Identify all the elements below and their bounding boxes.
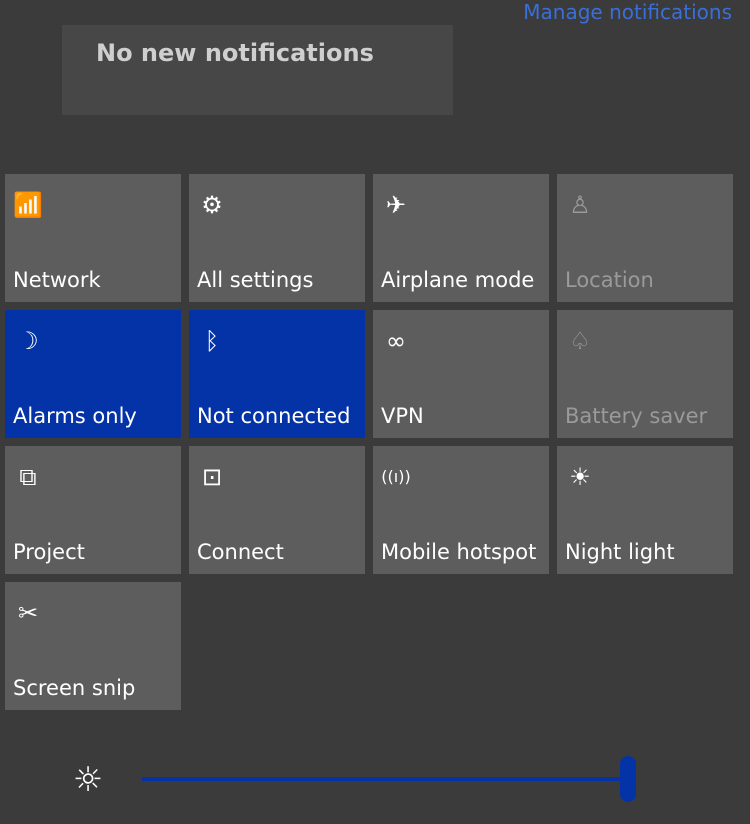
tile-label: Not connected: [197, 404, 351, 428]
tile-label: Airplane mode: [381, 268, 535, 292]
tile-night-light[interactable]: ☀ Night light: [557, 446, 733, 574]
tile-airplane-mode[interactable]: ✈ Airplane mode: [373, 174, 549, 302]
tile-label: Project: [13, 540, 85, 564]
tile-label: Battery saver: [565, 404, 708, 428]
tile-label: Network: [13, 268, 101, 292]
tile-network[interactable]: 📶 Network: [5, 174, 181, 302]
no-notifications-text: No new notifications: [96, 39, 374, 67]
hotspot-icon: ((ı)): [381, 467, 411, 486]
tile-project[interactable]: ⧉ Project: [5, 446, 181, 574]
network-icon: 📶: [13, 191, 43, 219]
airplane-icon: ✈: [385, 191, 407, 219]
tile-label: All settings: [197, 268, 314, 292]
location-icon: ♙: [569, 191, 591, 219]
tile-label: Mobile hotspot: [381, 540, 537, 564]
tile-battery-saver[interactable]: ♤ Battery saver: [557, 310, 733, 438]
tile-label: Night light: [565, 540, 675, 564]
moon-icon: ☽: [17, 327, 39, 355]
tile-connect[interactable]: ⊡ Connect: [189, 446, 365, 574]
connect-icon: ⊡: [201, 463, 223, 491]
tile-not-connected[interactable]: ᛒ Not connected: [189, 310, 365, 438]
vpn-icon: ∞: [386, 327, 406, 355]
bluetooth-icon: ᛒ: [204, 327, 220, 355]
brightness-slider-track[interactable]: [142, 777, 630, 781]
tile-label: Location: [565, 268, 654, 292]
tile-alarms-only[interactable]: ☽ Alarms only: [5, 310, 181, 438]
tile-screen-snip[interactable]: ✂ Screen snip: [5, 582, 181, 710]
screen-snip-icon: ✂: [17, 599, 39, 627]
tile-vpn[interactable]: ∞ VPN: [373, 310, 549, 438]
manage-notifications-link[interactable]: Manage notifications: [523, 0, 732, 24]
tile-location[interactable]: ♙ Location: [557, 174, 733, 302]
leaf-icon: ♤: [569, 327, 591, 355]
tile-label: Screen snip: [13, 676, 136, 700]
tile-label: Alarms only: [13, 404, 137, 428]
brightness-slider-thumb[interactable]: [620, 756, 636, 802]
tile-label: Connect: [197, 540, 284, 564]
brightness-icon: ☼: [72, 760, 104, 800]
gear-icon: ⚙: [201, 191, 223, 219]
tile-all-settings[interactable]: ⚙ All settings: [189, 174, 365, 302]
notification-area: No new notifications: [62, 25, 453, 115]
project-icon: ⧉: [19, 463, 37, 491]
tile-label: VPN: [381, 404, 424, 428]
night-light-icon: ☀: [569, 463, 591, 491]
tile-mobile-hotspot[interactable]: ((ı)) Mobile hotspot: [373, 446, 549, 574]
